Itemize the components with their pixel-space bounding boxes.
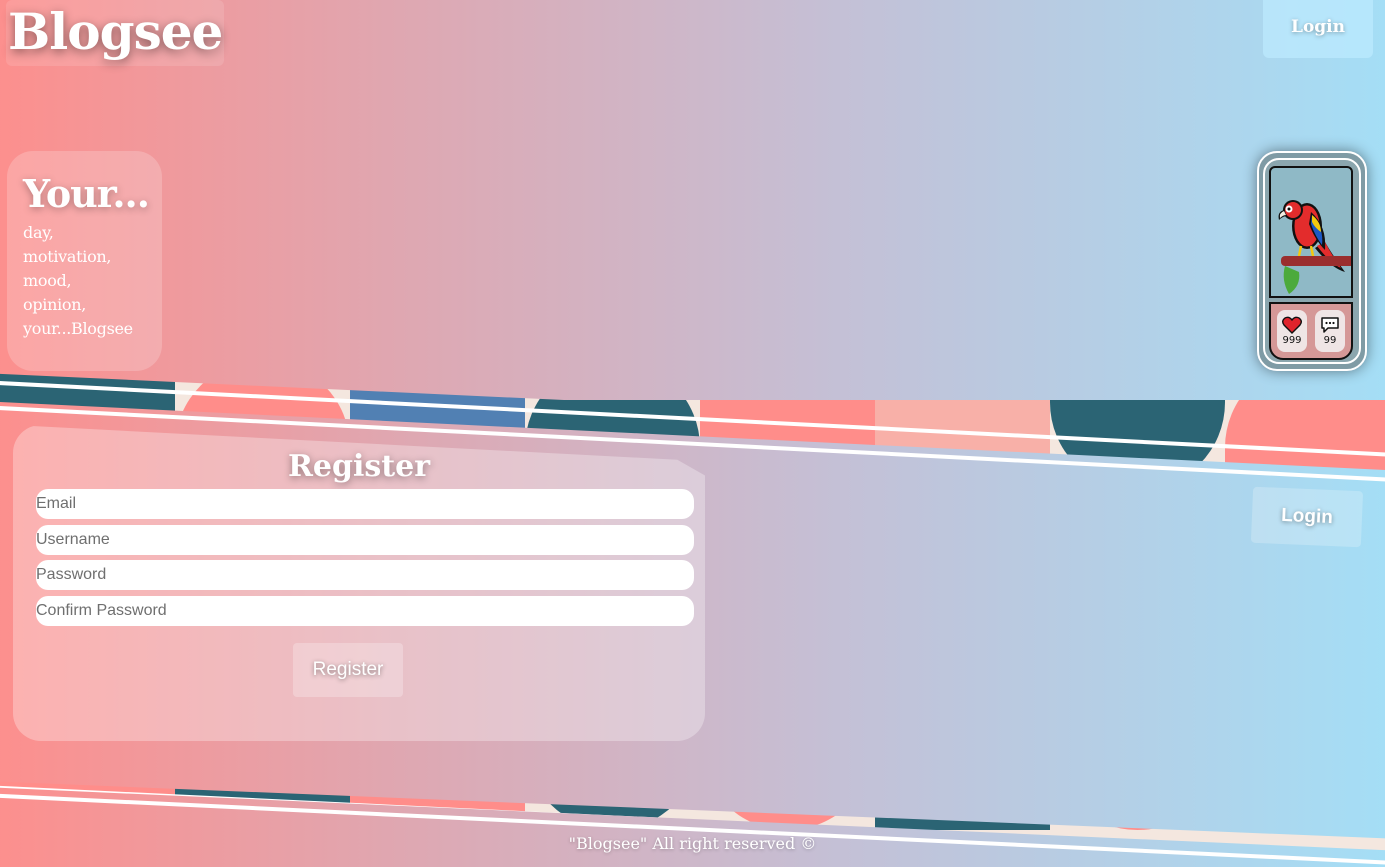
site-logo[interactable]: Blogsee	[6, 0, 225, 66]
intro-list: day, motivation, mood, opinion, your...B…	[23, 221, 162, 341]
like-count: 999	[1282, 335, 1302, 346]
post-preview-widget[interactable]: 999 99	[1257, 151, 1367, 371]
confirm-password-field[interactable]	[36, 596, 694, 626]
like-button[interactable]: 999	[1277, 310, 1307, 352]
intro-item: opinion,	[23, 295, 87, 314]
intro-card: Your... day, motivation, mood, opinion, …	[7, 151, 162, 371]
post-image[interactable]	[1269, 166, 1353, 298]
side-login-button[interactable]: Login	[1250, 486, 1364, 548]
post-stats: 999 99	[1269, 302, 1353, 360]
speech-bubble-icon	[1321, 317, 1339, 333]
comment-button[interactable]: 99	[1315, 310, 1345, 352]
intro-item: your...Blogsee	[23, 319, 133, 338]
parrot-icon	[1278, 200, 1351, 294]
login-button[interactable]: Login	[1263, 0, 1373, 58]
comment-count: 99	[1323, 335, 1337, 346]
intro-heading: Your...	[23, 171, 150, 216]
phone-frame: 999 99	[1263, 158, 1361, 364]
password-field[interactable]	[36, 560, 694, 590]
heart-icon	[1282, 316, 1302, 334]
username-field[interactable]	[36, 525, 694, 555]
email-field[interactable]	[36, 489, 694, 519]
intro-item: motivation,	[23, 247, 112, 266]
footer-copyright: "Blogsee" All right reserved ©	[568, 834, 817, 853]
register-title: Register	[287, 449, 431, 484]
register-submit-button[interactable]: Register	[293, 643, 403, 697]
intro-item: mood,	[23, 271, 72, 290]
intro-item: day,	[23, 223, 54, 242]
